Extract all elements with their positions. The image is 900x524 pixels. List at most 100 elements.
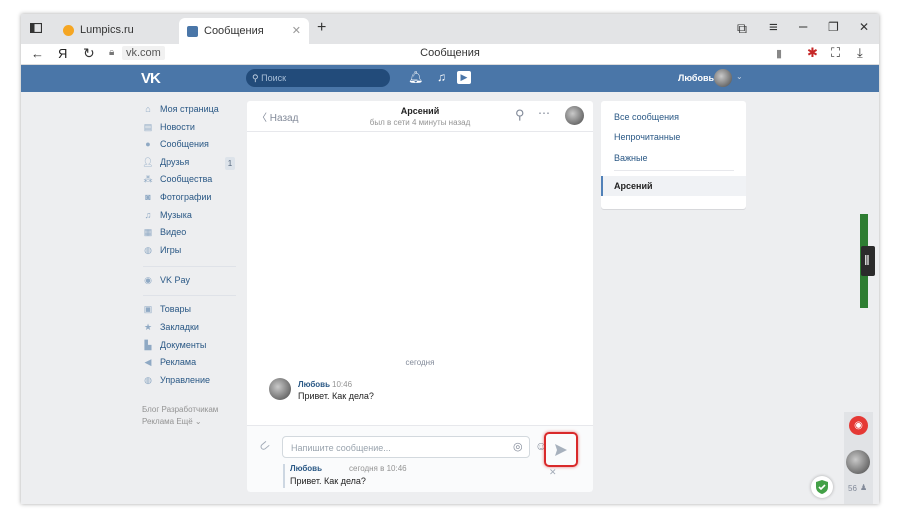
panel-divider bbox=[614, 170, 734, 171]
conversations-filter-panel: Все сообщения Непрочитанные Важные Арсен… bbox=[601, 101, 746, 209]
extension-bug-icon[interactable]: ✱ bbox=[807, 45, 818, 61]
side-panel-handle[interactable]: ‖ bbox=[861, 246, 875, 276]
menu-divider bbox=[143, 295, 236, 296]
download-icon[interactable]: ⤓ bbox=[857, 45, 863, 61]
send-arrow-icon bbox=[555, 443, 567, 456]
message-composer: ⊂ Напишите сообщение... ◎ ☺ Любовь сегод… bbox=[247, 425, 593, 492]
paperclip-icon[interactable]: ⊂ bbox=[255, 436, 274, 455]
extension-translate-icon[interactable]: ⛶ bbox=[831, 45, 840, 61]
sidebar-item-label: Видео bbox=[160, 227, 187, 237]
sidebar-item-manage[interactable]: ◍ Управление bbox=[143, 372, 210, 388]
filter-all-messages[interactable]: Все сообщения bbox=[614, 112, 679, 122]
ads-icon: ◀ bbox=[144, 356, 152, 367]
sidebar-item-music[interactable]: ♫ Музыка bbox=[143, 207, 192, 223]
sidebar-item-my-page[interactable]: ⌂ Моя страница bbox=[143, 101, 219, 117]
friends-icon: 👤︎ bbox=[142, 156, 154, 167]
video-icon: ▦ bbox=[143, 226, 153, 237]
sidebar-item-label: Товары bbox=[160, 304, 191, 314]
friend-avatar[interactable] bbox=[846, 450, 870, 474]
footer-links[interactable]: Блог Разработчикам bbox=[142, 405, 218, 414]
friends-count-badge[interactable]: 1 bbox=[225, 157, 235, 170]
bookmark-manager-icon[interactable]: ⧉ bbox=[737, 20, 747, 37]
bookmark-icon[interactable]: ▮ bbox=[776, 47, 782, 60]
camera-icon[interactable]: ◎ bbox=[513, 440, 523, 453]
user-name[interactable]: Любовь bbox=[678, 73, 714, 83]
menu-divider bbox=[143, 266, 236, 267]
filter-important[interactable]: Важные bbox=[614, 153, 647, 163]
close-reply-icon[interactable]: ✕ bbox=[549, 467, 557, 478]
message-input-placeholder: Напишите сообщение... bbox=[291, 443, 391, 453]
footer-links-more[interactable]: Реклама Ещё ⌄ bbox=[142, 417, 202, 426]
close-window-icon[interactable]: ✕ bbox=[859, 20, 869, 34]
reply-time: сегодня в 10:46 bbox=[349, 464, 407, 473]
more-options-icon[interactable]: ⋯ bbox=[538, 106, 550, 120]
home-icon: ⌂ bbox=[145, 104, 151, 114]
user-avatar[interactable] bbox=[714, 69, 732, 87]
menu-icon[interactable]: ≡ bbox=[769, 19, 778, 36]
sidebar-item-label: Сообщения bbox=[160, 139, 209, 149]
message-avatar[interactable] bbox=[269, 378, 291, 400]
tab-messages[interactable]: Сообщения ✕ bbox=[179, 18, 309, 44]
sidebar-item-label: Сообщества bbox=[160, 174, 213, 184]
tab-strip: Lumpics.ru Сообщения ✕ + ⧉ ≡ – ❐ ✕ bbox=[21, 14, 879, 44]
send-button[interactable] bbox=[544, 432, 578, 467]
documents-icon: ▙ bbox=[144, 339, 152, 350]
search-placeholder: Поиск bbox=[261, 73, 287, 83]
games-icon: ◍ bbox=[144, 244, 152, 255]
messages-icon: ● bbox=[145, 139, 151, 149]
search-input[interactable]: ⚲ Поиск bbox=[246, 69, 390, 87]
tab-label: Сообщения bbox=[204, 25, 264, 37]
minimize-icon[interactable]: – bbox=[799, 18, 807, 35]
sidebar-item-label: Игры bbox=[160, 245, 182, 255]
sidebar-item-label: Закладки bbox=[160, 322, 199, 332]
sidebar-item-video[interactable]: ▦ Видео bbox=[143, 224, 187, 240]
sidebar-item-documents[interactable]: ▙ Документы bbox=[143, 337, 207, 353]
vk-logo[interactable]: VK bbox=[141, 70, 161, 87]
tab-label: Lumpics.ru bbox=[80, 24, 134, 36]
reply-author[interactable]: Любовь bbox=[290, 464, 322, 473]
sidebar-item-vkpay[interactable]: ◉ VK Pay bbox=[143, 272, 190, 288]
sidebar-item-label: Моя страница bbox=[160, 104, 219, 114]
tab-lumpics[interactable]: Lumpics.ru bbox=[55, 19, 175, 41]
message-text: Привет. Как дела? bbox=[298, 391, 374, 401]
sidebar-item-label: Реклама bbox=[160, 357, 197, 367]
play-button-icon[interactable]: ▶ bbox=[457, 71, 471, 84]
sidebar-item-label: Фотографии bbox=[160, 192, 212, 202]
sidebar-item-games[interactable]: ◍ Игры bbox=[143, 242, 181, 258]
sidebar-item-messages[interactable]: ● Сообщения bbox=[143, 136, 209, 152]
sidebar-item-photos[interactable]: ◙ Фотографии bbox=[143, 189, 211, 205]
game-app-icon[interactable]: ◉ bbox=[849, 416, 868, 435]
goods-icon: ▣ bbox=[143, 303, 153, 314]
message-author[interactable]: Любовь bbox=[298, 380, 330, 389]
chevron-down-icon[interactable]: ⌄ bbox=[736, 72, 743, 81]
restore-icon[interactable]: ❐ bbox=[828, 20, 839, 34]
sidebar-item-bookmarks[interactable]: ★ Закладки bbox=[143, 319, 199, 335]
filter-unread[interactable]: Непрочитанные bbox=[614, 132, 680, 142]
tab-close-icon[interactable]: ✕ bbox=[292, 24, 301, 37]
vk-favicon-icon bbox=[187, 25, 198, 37]
camera-icon: ◙ bbox=[145, 192, 151, 202]
tabs-overview-icon[interactable] bbox=[29, 22, 43, 36]
contact-avatar[interactable] bbox=[565, 106, 584, 125]
browser-window: Lumpics.ru Сообщения ✕ + ⧉ ≡ – ❐ ✕ ← Я ↻… bbox=[21, 14, 879, 504]
selected-chat-item[interactable]: Арсений bbox=[601, 176, 746, 196]
chat-panel: 〈 Назад Арсений был в сети 4 минуты наза… bbox=[247, 101, 593, 492]
reply-bar bbox=[283, 464, 285, 488]
notifications-bell-icon[interactable]: 🔔︎ bbox=[408, 70, 423, 84]
sidebar-item-label: Управление bbox=[160, 375, 211, 385]
chat-header: 〈 Назад Арсений был в сети 4 минуты наза… bbox=[247, 101, 593, 132]
message-input[interactable]: Напишите сообщение... bbox=[282, 436, 530, 458]
new-tab-button[interactable]: + bbox=[317, 19, 326, 37]
sidebar-item-friends[interactable]: 👤︎ Друзья bbox=[142, 154, 189, 170]
security-shield-button[interactable] bbox=[811, 476, 833, 498]
sidebar-item-groups[interactable]: ⁂ Сообщества bbox=[143, 171, 213, 187]
vkpay-icon: ◉ bbox=[144, 274, 152, 285]
sidebar-item-goods[interactable]: ▣ Товары bbox=[143, 301, 191, 317]
music-note-icon[interactable]: ♫ bbox=[437, 70, 446, 84]
music-icon: ♫ bbox=[144, 210, 152, 220]
sidebar-item-ads[interactable]: ◀ Реклама bbox=[143, 354, 197, 370]
shield-icon bbox=[816, 480, 828, 494]
search-icon[interactable]: ⚲ bbox=[515, 107, 525, 123]
sidebar-item-news[interactable]: ▤ Новости bbox=[143, 119, 195, 135]
online-count[interactable]: 56 bbox=[848, 484, 857, 493]
